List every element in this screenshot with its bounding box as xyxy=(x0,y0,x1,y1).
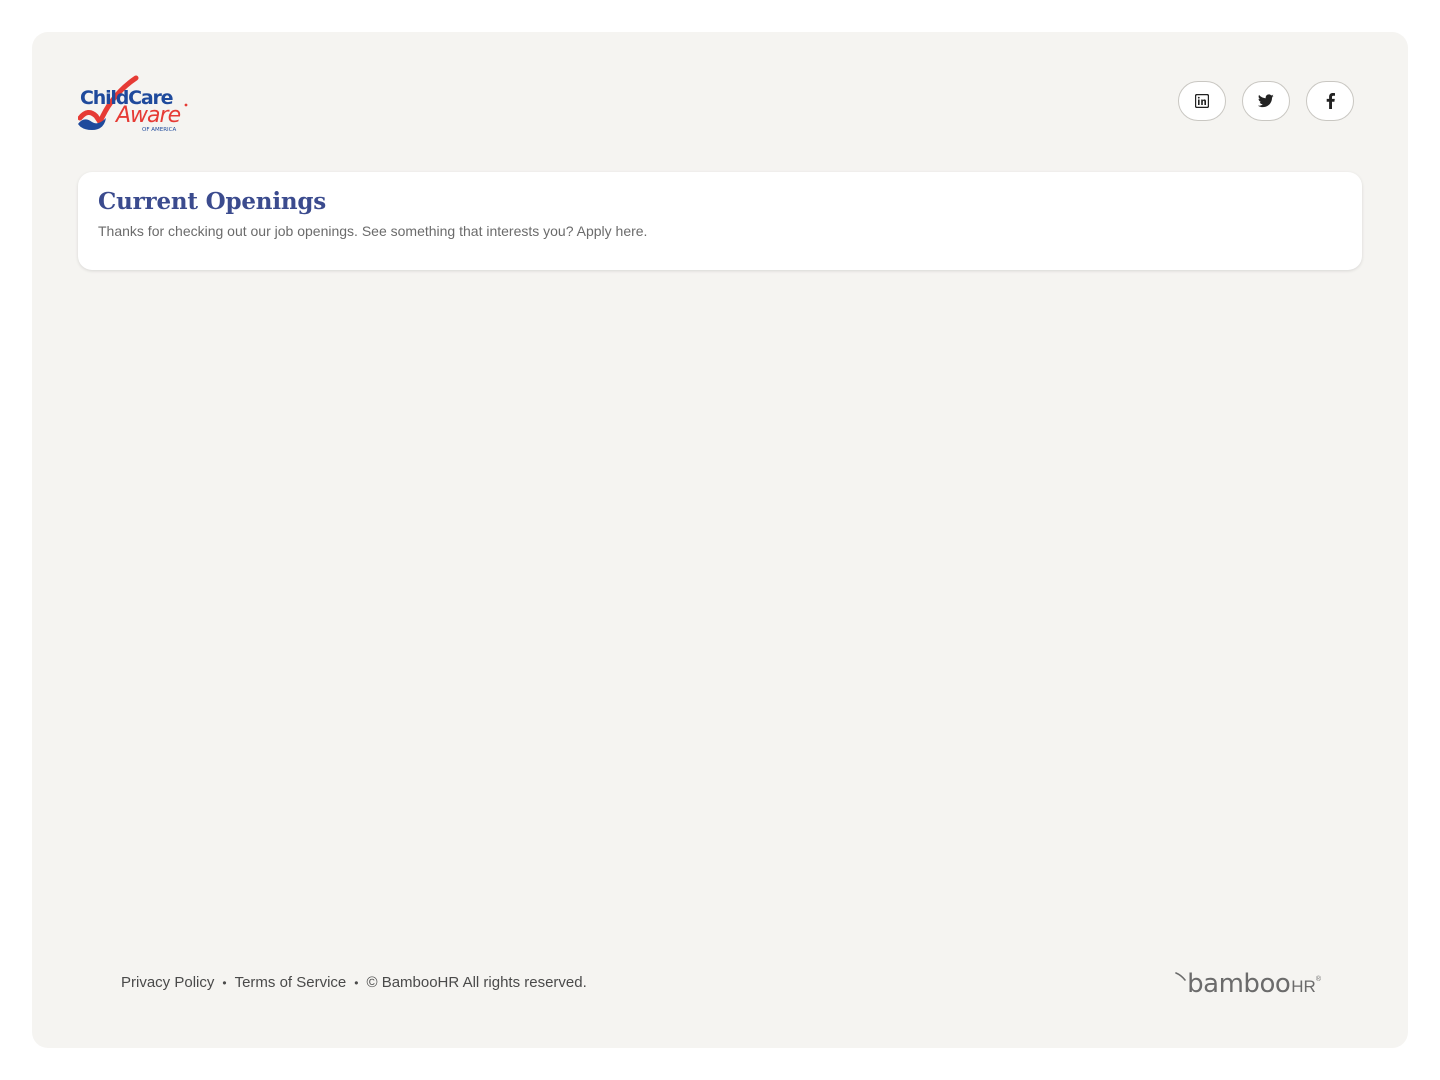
separator-dot: • xyxy=(354,975,359,990)
header: ChildCare Aware OF AMERICA xyxy=(78,72,1354,142)
social-links xyxy=(1178,81,1354,121)
terms-of-service-link[interactable]: Terms of Service xyxy=(235,974,347,991)
registered-mark: ® xyxy=(1315,976,1321,983)
facebook-icon xyxy=(1326,93,1335,109)
privacy-policy-link[interactable]: Privacy Policy xyxy=(121,974,214,991)
footer: Privacy Policy • Terms of Service • © Ba… xyxy=(121,968,1321,1000)
logo-text-aware: Aware xyxy=(114,103,181,128)
current-openings-card: Current Openings Thanks for checking out… xyxy=(78,172,1362,270)
footer-links: Privacy Policy • Terms of Service • © Ba… xyxy=(121,974,587,991)
page-title: Current Openings xyxy=(98,188,327,215)
hr-wordmark: HR xyxy=(1291,977,1316,996)
childcare-aware-logo[interactable]: ChildCare Aware OF AMERICA xyxy=(78,72,192,134)
bamboo-wordmark: bamboo xyxy=(1187,969,1291,999)
copyright-text: © BambooHR All rights reserved. xyxy=(366,974,587,991)
linkedin-icon xyxy=(1195,94,1209,108)
page-subtitle: Thanks for checking out our job openings… xyxy=(98,223,648,239)
facebook-button[interactable] xyxy=(1306,81,1354,121)
bamboohr-logo[interactable]: bamboo HR ® xyxy=(1175,968,1321,998)
bamboo-leaf-icon xyxy=(1175,972,1186,981)
twitter-button[interactable] xyxy=(1242,81,1290,121)
page-container: ChildCare Aware OF AMERICA Current Openi… xyxy=(32,32,1408,1048)
separator-dot: • xyxy=(222,975,227,990)
twitter-icon xyxy=(1258,94,1274,108)
logo-text-of-america: OF AMERICA xyxy=(142,127,177,133)
linkedin-button[interactable] xyxy=(1178,81,1226,121)
